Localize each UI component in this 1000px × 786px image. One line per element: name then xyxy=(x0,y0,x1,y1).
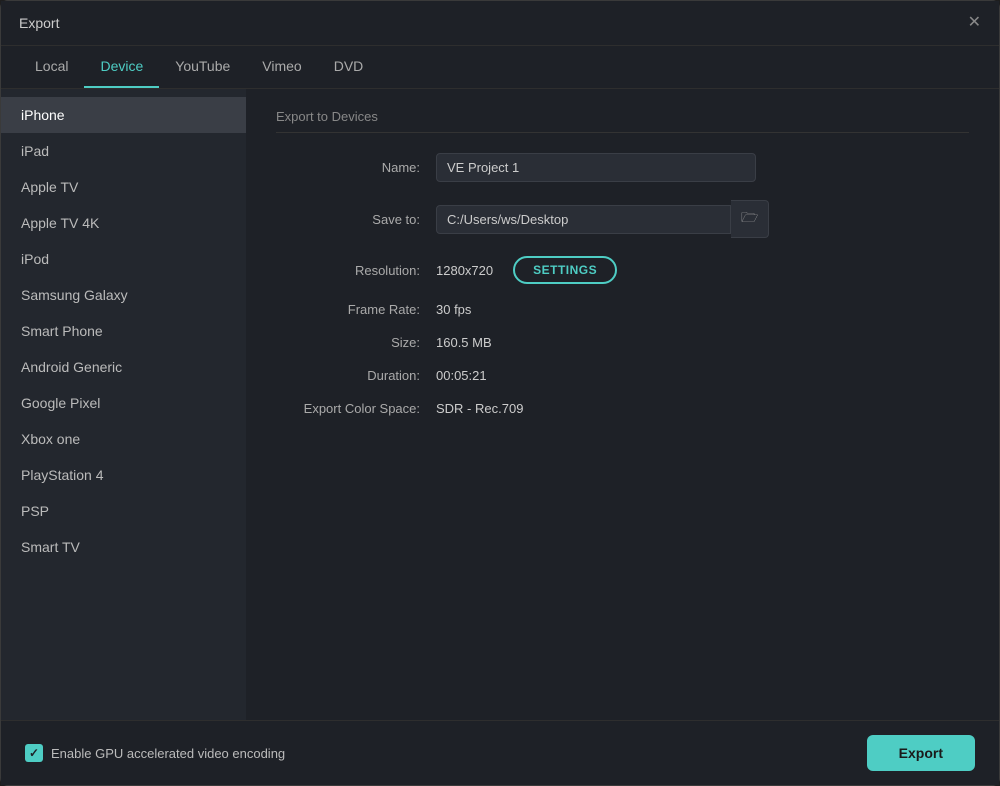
section-title: Export to Devices xyxy=(276,109,969,133)
frame-rate-row: Frame Rate: 30 fps xyxy=(276,302,969,317)
settings-button[interactable]: SETTINGS xyxy=(513,256,617,284)
name-label: Name: xyxy=(276,160,436,175)
close-button[interactable]: ✕ xyxy=(968,15,981,31)
main-content: iPhone iPad Apple TV Apple TV 4K iPod Sa… xyxy=(1,89,999,720)
export-window: Export ✕ Local Device YouTube Vimeo DVD … xyxy=(0,0,1000,786)
sidebar-item-google-pixel[interactable]: Google Pixel xyxy=(1,385,246,421)
window-title: Export xyxy=(19,15,59,31)
export-button[interactable]: Export xyxy=(867,735,975,771)
tab-youtube[interactable]: YouTube xyxy=(159,46,246,88)
device-sidebar: iPhone iPad Apple TV Apple TV 4K iPod Sa… xyxy=(1,89,246,720)
gpu-checkbox[interactable] xyxy=(25,744,43,762)
sidebar-item-playstation-4[interactable]: PlayStation 4 xyxy=(1,457,246,493)
title-bar: Export ✕ xyxy=(1,1,999,46)
size-row: Size: 160.5 MB xyxy=(276,335,969,350)
footer: Enable GPU accelerated video encoding Ex… xyxy=(1,720,999,785)
resolution-value: 1280x720 xyxy=(436,263,493,278)
save-to-input-group: 🗁 xyxy=(436,200,769,238)
footer-left: Enable GPU accelerated video encoding xyxy=(25,744,285,762)
sidebar-item-xbox-one[interactable]: Xbox one xyxy=(1,421,246,457)
resolution-group: 1280x720 SETTINGS xyxy=(436,256,617,284)
sidebar-item-smart-tv[interactable]: Smart TV xyxy=(1,529,246,565)
gpu-checkbox-wrap[interactable]: Enable GPU accelerated video encoding xyxy=(25,744,285,762)
sidebar-item-android-generic[interactable]: Android Generic xyxy=(1,349,246,385)
save-to-input[interactable] xyxy=(436,205,731,234)
size-label: Size: xyxy=(276,335,436,350)
tab-dvd[interactable]: DVD xyxy=(318,46,380,88)
frame-rate-value: 30 fps xyxy=(436,302,471,317)
tab-device[interactable]: Device xyxy=(84,46,159,88)
right-panel: Export to Devices Name: Save to: 🗁 Resol… xyxy=(246,89,999,720)
tab-local[interactable]: Local xyxy=(19,46,84,88)
tabs-bar: Local Device YouTube Vimeo DVD xyxy=(1,46,999,89)
sidebar-item-samsung-galaxy[interactable]: Samsung Galaxy xyxy=(1,277,246,313)
browse-folder-button[interactable]: 🗁 xyxy=(731,200,769,238)
sidebar-item-iphone[interactable]: iPhone xyxy=(1,97,246,133)
color-space-label: Export Color Space: xyxy=(276,401,436,416)
duration-value: 00:05:21 xyxy=(436,368,487,383)
tab-vimeo[interactable]: Vimeo xyxy=(246,46,317,88)
sidebar-item-smart-phone[interactable]: Smart Phone xyxy=(1,313,246,349)
resolution-row: Resolution: 1280x720 SETTINGS xyxy=(276,256,969,284)
sidebar-item-ipad[interactable]: iPad xyxy=(1,133,246,169)
color-space-value: SDR - Rec.709 xyxy=(436,401,523,416)
save-to-label: Save to: xyxy=(276,212,436,227)
duration-label: Duration: xyxy=(276,368,436,383)
sidebar-item-ipod[interactable]: iPod xyxy=(1,241,246,277)
sidebar-item-apple-tv[interactable]: Apple TV xyxy=(1,169,246,205)
gpu-checkbox-label: Enable GPU accelerated video encoding xyxy=(51,746,285,761)
frame-rate-label: Frame Rate: xyxy=(276,302,436,317)
sidebar-item-psp[interactable]: PSP xyxy=(1,493,246,529)
size-value: 160.5 MB xyxy=(436,335,492,350)
name-input[interactable] xyxy=(436,153,756,182)
sidebar-item-apple-tv-4k[interactable]: Apple TV 4K xyxy=(1,205,246,241)
duration-row: Duration: 00:05:21 xyxy=(276,368,969,383)
name-row: Name: xyxy=(276,153,969,182)
resolution-label: Resolution: xyxy=(276,263,436,278)
save-to-row: Save to: 🗁 xyxy=(276,200,969,238)
color-space-row: Export Color Space: SDR - Rec.709 xyxy=(276,401,969,416)
